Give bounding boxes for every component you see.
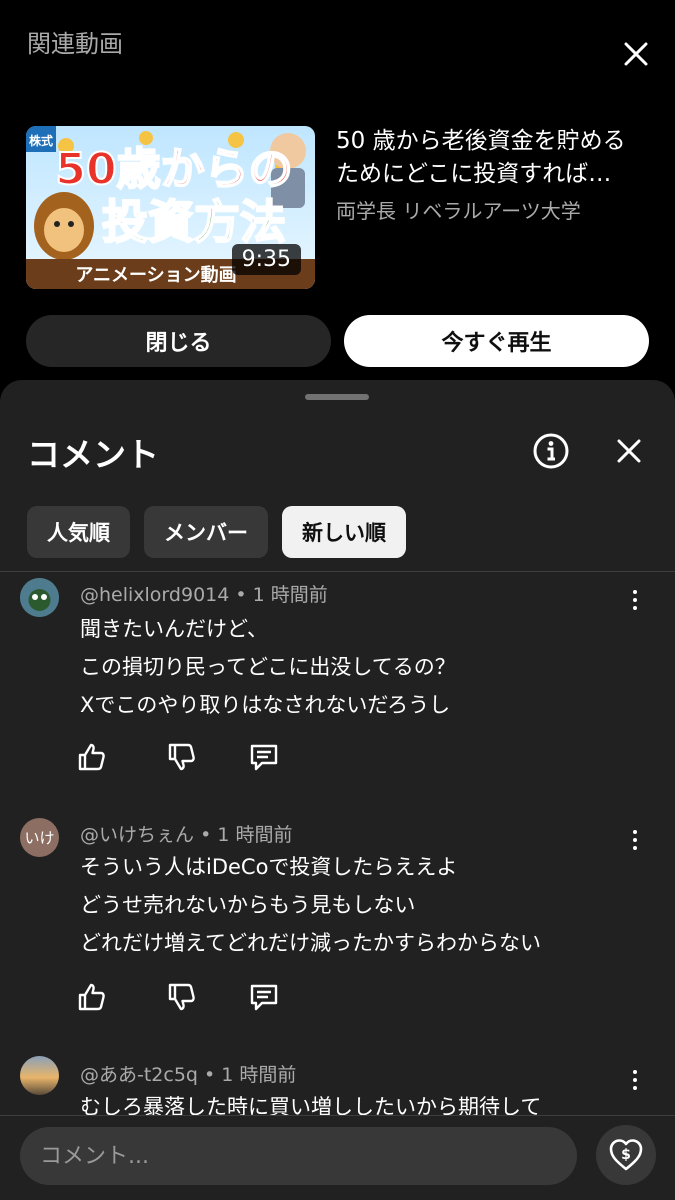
comment-text: そういう人はiDeCoで投資したらええよ どうせ売れないからもう見もしない どれ… (80, 848, 640, 962)
avatar[interactable]: いけ (20, 818, 59, 857)
video-channel-name: 両学長 リベラルアーツ大学 (336, 199, 581, 223)
reply-icon[interactable] (248, 981, 280, 1013)
comment-author[interactable]: @いけちぇん (80, 824, 194, 846)
comment-line: そういう人はiDeCoで投資したらええよ (80, 855, 458, 879)
close-icon[interactable] (610, 432, 648, 470)
chip-newest[interactable]: 新しい順 (282, 506, 406, 558)
thumbnail-line2-text: 投資方法 (102, 195, 286, 249)
comment-list: @helixlord9014 • 1 時間前 聞きたいんだけど、 この損切り民っ… (0, 572, 675, 1117)
video-title[interactable]: 50 歳から老後資金を貯めるためにどこに投資すれば… (336, 125, 646, 191)
comment-composer: $ (0, 1115, 675, 1200)
video-thumbnail[interactable]: 株式 50歳からの 投資方法 アニメーション動画 9:35 (26, 126, 315, 289)
drag-handle[interactable] (305, 394, 369, 400)
comment-meta: @ああ-t2c5q • 1 時間前 (80, 1060, 296, 1087)
thumbnail-tag-text: 株式 (29, 133, 53, 148)
comment-time: 1 時間前 (217, 824, 293, 846)
comment-meta: @いけちぇん • 1 時間前 (80, 820, 292, 847)
related-videos-title: 関連動画 (27, 30, 123, 58)
comment-line: どうせ売れないからもう見もしない (80, 893, 416, 917)
comment-line: むしろ暴落した時に買い増ししたいから期待して (80, 1095, 542, 1117)
comment-text: むしろ暴落した時に買い増ししたいから期待して (80, 1088, 640, 1117)
comment-item: @ああ-t2c5q • 1 時間前 むしろ暴落した時に買い増ししたいから期待して (0, 1052, 675, 1117)
comment-author[interactable]: @helixlord9014 (80, 584, 229, 606)
close-icon[interactable] (616, 34, 656, 74)
comment-time: 1 時間前 (252, 584, 328, 606)
related-videos-section: 関連動画 株式 50歳からの 投資方法 アニメーション動画 9:35 50 歳か… (0, 0, 675, 380)
comment-item: @helixlord9014 • 1 時間前 聞きたいんだけど、 この損切り民っ… (0, 572, 675, 812)
comments-sheet: コメント 人気順 メンバー 新しい順 @helixlord9014 • 1 時間… (0, 380, 675, 1200)
chip-popular[interactable]: 人気順 (27, 506, 130, 558)
meta-separator: • (235, 584, 253, 606)
comment-meta: @helixlord9014 • 1 時間前 (80, 580, 328, 607)
comment-line: どれだけ増えてどれだけ減ったかすらわからない (80, 931, 541, 955)
thumbs-down-icon[interactable] (166, 981, 198, 1013)
avatar[interactable] (20, 578, 59, 617)
meta-separator: • (200, 824, 218, 846)
thumbs-up-icon[interactable] (76, 741, 108, 773)
sort-chips: 人気順 メンバー 新しい順 (27, 506, 406, 558)
thumbs-down-icon[interactable] (166, 741, 198, 773)
close-button[interactable]: 閉じる (26, 315, 331, 367)
thumbnail-banner-text: アニメーション動画 (75, 264, 236, 286)
info-icon[interactable] (532, 432, 570, 470)
video-duration-badge: 9:35 (231, 244, 301, 275)
svg-text:$: $ (621, 1147, 631, 1163)
comment-time: 1 時間前 (221, 1064, 297, 1086)
comment-item: いけ @いけちぇん • 1 時間前 そういう人はiDeCoで投資したらええよ ど… (0, 812, 675, 1052)
thumbs-up-icon[interactable] (76, 981, 108, 1013)
comment-input[interactable] (20, 1127, 577, 1185)
avatar[interactable] (20, 1056, 59, 1095)
meta-separator: • (204, 1064, 222, 1086)
avatar-text: いけ (24, 829, 55, 847)
comment-line: 聞きたいんだけど、 (80, 617, 268, 641)
comment-line: Xでこのやり取りはなされないだろうし (80, 693, 451, 717)
thumbnail-line1-text: 50歳からの (55, 144, 292, 195)
reply-icon[interactable] (248, 741, 280, 773)
play-now-button[interactable]: 今すぐ再生 (344, 315, 649, 367)
comment-line: この損切り民ってどこに出没してるの？ (80, 655, 456, 679)
comments-title: コメント (27, 435, 159, 474)
comment-author[interactable]: @ああ-t2c5q (80, 1064, 198, 1086)
comment-text: 聞きたいんだけど、 この損切り民ってどこに出没してるの？ Xでこのやり取りはなさ… (80, 610, 640, 724)
heart-dollar-icon[interactable]: $ (596, 1125, 656, 1185)
chip-members[interactable]: メンバー (144, 506, 268, 558)
